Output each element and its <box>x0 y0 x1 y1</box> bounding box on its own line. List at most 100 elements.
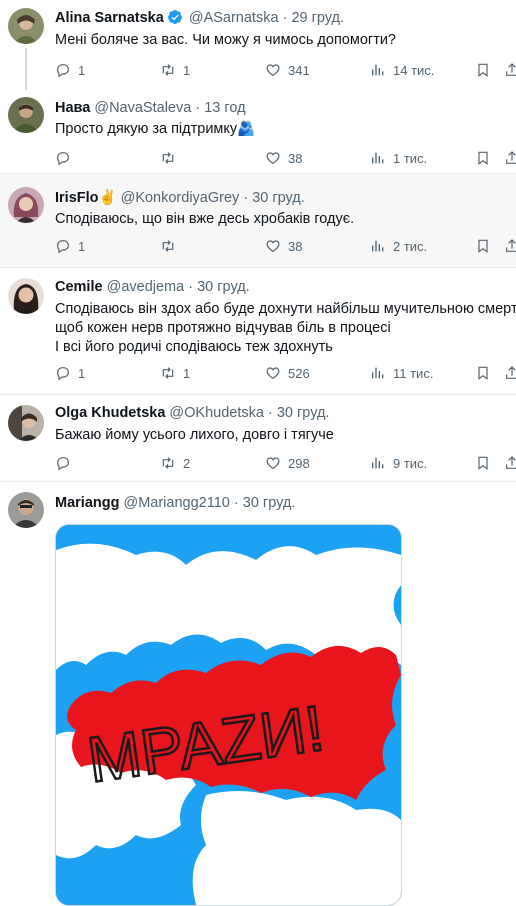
views-chart-icon <box>372 152 384 164</box>
like-button[interactable]: 38 <box>265 148 302 168</box>
author-handle[interactable]: @Mariangg2110 <box>123 495 229 511</box>
views-button[interactable]: 11 тис. <box>370 363 433 383</box>
avatar[interactable] <box>8 405 44 441</box>
separator: · <box>282 10 288 26</box>
share-button[interactable] <box>504 60 516 80</box>
bookmark-button[interactable] <box>475 363 491 383</box>
share-button[interactable] <box>504 363 516 383</box>
avatar[interactable] <box>8 97 44 133</box>
thread-line <box>25 48 27 90</box>
author-name[interactable]: Mariangg <box>55 495 119 511</box>
heart-icon <box>266 457 280 470</box>
action-bar: 1 38 2 тис. <box>55 236 516 256</box>
tweet-text-line: Просто дякую за підтримку🫂 <box>55 121 256 137</box>
like-button[interactable]: 341 <box>265 60 310 80</box>
reply-button[interactable] <box>55 148 78 168</box>
avatar[interactable] <box>8 187 44 223</box>
author-name[interactable]: Cemile <box>55 279 103 295</box>
tweet-alina[interactable]: Alina Sarnatska @ASarnatska · 29 груд. М… <box>0 0 516 90</box>
author-name[interactable]: Alina Sarnatska <box>55 10 164 26</box>
share-icon <box>506 366 516 379</box>
reply-button[interactable]: 1 <box>55 236 85 256</box>
reply-button[interactable]: 1 <box>55 60 85 80</box>
tweet-text-line: Бажаю йому усього лихого, довго і тягуче <box>55 427 334 443</box>
bookmark-button[interactable] <box>475 453 491 473</box>
reply-icon <box>57 152 69 166</box>
action-bar: 38 1 тис. <box>55 148 516 168</box>
author-name[interactable]: IrisFlo✌️ <box>55 190 117 206</box>
author-handle[interactable]: @KonkordiyaGrey <box>121 190 240 206</box>
action-bar: 1 1 526 11 тис. <box>55 363 516 383</box>
retweet-count: 1 <box>183 62 191 78</box>
like-count: 341 <box>288 62 310 78</box>
author-handle[interactable]: @NavaStaleva <box>94 100 191 116</box>
reply-button[interactable] <box>55 453 78 473</box>
share-icon <box>506 239 516 252</box>
tweet-header: Mariangg @Mariangg2110 · 30 груд. <box>55 494 295 512</box>
bookmark-button[interactable] <box>475 60 491 80</box>
retweet-button[interactable]: 1 <box>160 60 190 80</box>
retweet-icon <box>162 152 174 164</box>
tweet-date[interactable]: 30 груд. <box>277 405 330 421</box>
views-button[interactable]: 9 тис. <box>370 453 427 473</box>
avatar[interactable] <box>8 8 44 44</box>
views-chart-icon <box>372 64 384 76</box>
like-button[interactable]: 298 <box>265 453 310 473</box>
share-icon <box>506 151 516 164</box>
bookmark-button[interactable] <box>475 236 491 256</box>
russia-map-image: МРАZИ! <box>56 525 401 905</box>
separator: · <box>233 495 239 511</box>
tweet-cemile[interactable]: Cemile @avedjema · 30 груд. Сподіваюсь в… <box>0 268 516 394</box>
tweet-header: Нава @NavaStaleva · 13 год <box>55 99 246 117</box>
avatar[interactable] <box>8 492 44 528</box>
tweet-date[interactable]: 13 год <box>204 100 245 116</box>
like-button[interactable]: 38 <box>265 236 302 256</box>
action-bar: 1 1 341 14 тис. <box>55 60 516 80</box>
share-icon <box>506 456 516 469</box>
reply-icon <box>57 240 69 254</box>
retweet-button[interactable] <box>160 236 183 256</box>
share-icon <box>506 63 516 76</box>
separator: · <box>188 279 194 295</box>
reply-icon <box>57 64 69 78</box>
tweet-text-line: Сподіваюсь, що він вже десь хробаків год… <box>55 211 355 227</box>
views-button[interactable]: 14 тис. <box>370 60 434 80</box>
retweet-button[interactable]: 1 <box>160 363 190 383</box>
tweet-header: IrisFlo✌️ @KonkordiyaGrey · 30 груд. <box>55 189 305 207</box>
author-handle[interactable]: @ASarnatska <box>189 10 279 26</box>
retweet-button[interactable]: 2 <box>160 453 190 473</box>
share-button[interactable] <box>504 453 516 473</box>
tweet-date[interactable]: 29 груд. <box>291 10 344 26</box>
tweet-date[interactable]: 30 груд. <box>252 190 305 206</box>
tweet-date[interactable]: 30 груд. <box>243 495 296 511</box>
share-button[interactable] <box>504 148 516 168</box>
tweet-text: Сподіваюсь він здох або буде дохнути най… <box>55 300 516 357</box>
author-handle[interactable]: @OKhudetska <box>169 405 264 421</box>
view-count: 1 тис. <box>393 150 428 166</box>
tweet-header: Cemile @avedjema · 30 груд. <box>55 278 250 296</box>
avatar[interactable] <box>8 278 44 314</box>
view-count: 2 тис. <box>393 238 428 254</box>
bookmark-button[interactable] <box>475 148 491 168</box>
author-handle[interactable]: @avedjema <box>107 279 185 295</box>
action-bar: 2 298 9 тис. <box>55 453 516 473</box>
view-count: 14 тис. <box>393 62 435 78</box>
tweet-date[interactable]: 30 груд. <box>197 279 250 295</box>
tweet-media-image[interactable]: МРАZИ! <box>55 524 402 906</box>
like-button[interactable]: 526 <box>265 363 310 383</box>
author-name[interactable]: Нава <box>55 100 90 116</box>
tweet-text-line: Сподіваюсь він здох або буде дохнути най… <box>55 301 516 317</box>
share-button[interactable] <box>504 236 516 256</box>
retweet-icon <box>162 457 174 469</box>
author-name[interactable]: Olga Khudetska <box>55 405 165 421</box>
tweet-irisflo[interactable]: IrisFlo✌️ @KonkordiyaGrey · 30 груд. Спо… <box>0 174 516 267</box>
reply-button[interactable]: 1 <box>55 363 85 383</box>
views-button[interactable]: 2 тис. <box>370 236 427 256</box>
like-count: 526 <box>288 365 310 381</box>
view-count: 9 тис. <box>393 455 428 471</box>
tweet-nava[interactable]: Нава @NavaStaleva · 13 год Просто дякую … <box>0 88 516 173</box>
tweet-olga[interactable]: Olga Khudetska @OKhudetska · 30 груд. Ба… <box>0 395 516 481</box>
retweet-button[interactable] <box>160 148 183 168</box>
views-button[interactable]: 1 тис. <box>370 148 427 168</box>
like-count: 38 <box>288 150 303 166</box>
